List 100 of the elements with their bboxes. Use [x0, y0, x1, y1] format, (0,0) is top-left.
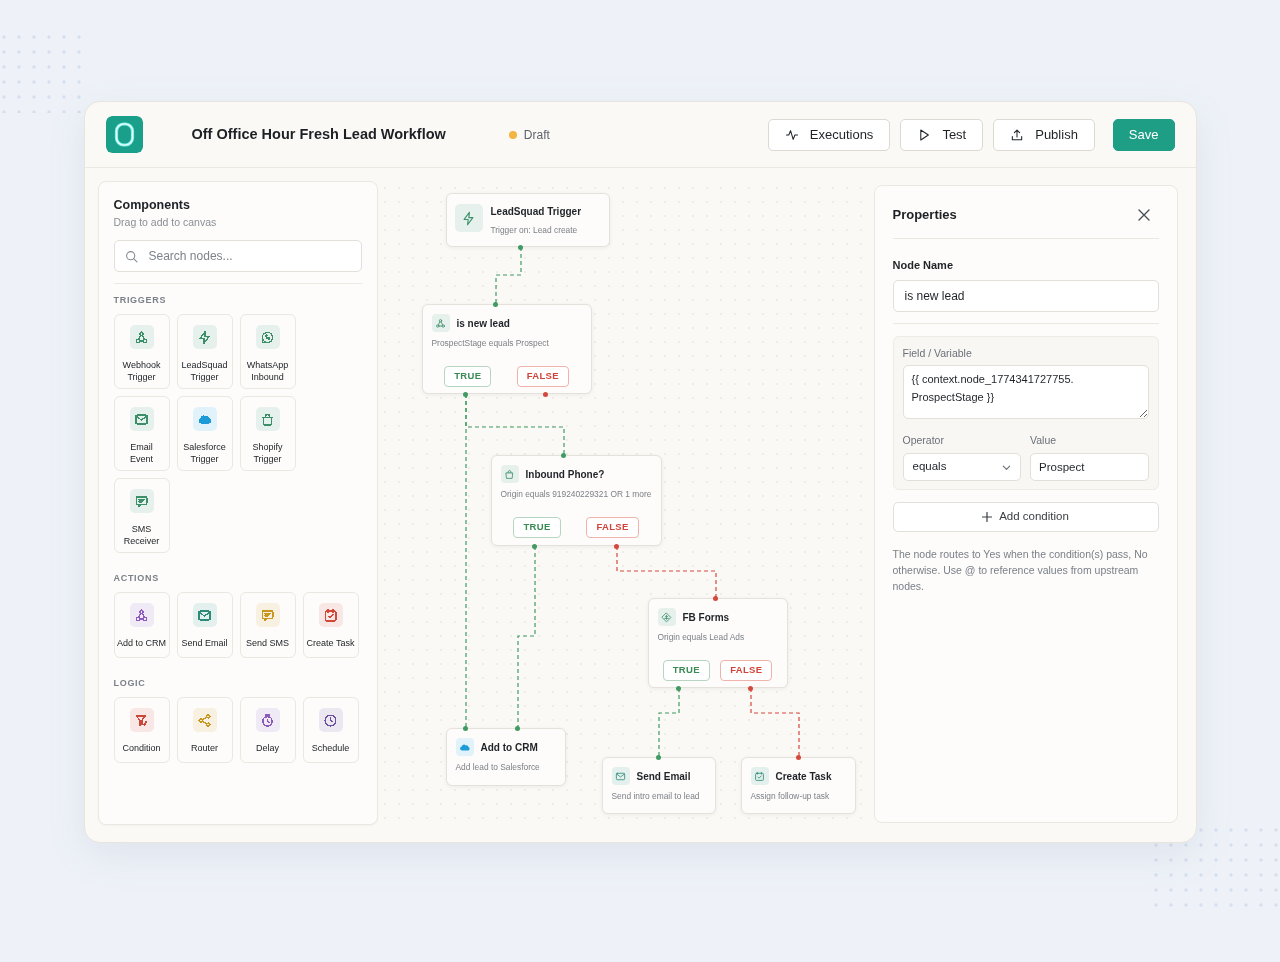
- port-dot-icon[interactable]: [543, 391, 548, 397]
- node-description: Assign follow-up task: [750, 790, 831, 802]
- true-branch-tag: TRUE: [662, 660, 710, 681]
- port-dot-icon[interactable]: [515, 725, 520, 731]
- lightning-icon: [192, 325, 217, 349]
- component-tile[interactable]: Send Email: [176, 592, 233, 658]
- node-title: FB Forms: [682, 610, 730, 624]
- network-icon: [431, 314, 450, 332]
- node-title: Create Task: [775, 769, 832, 783]
- component-tile[interactable]: Delay: [239, 697, 296, 763]
- plus-icon: [982, 512, 993, 522]
- node-title: is new lead: [456, 316, 510, 330]
- funnel-icon: [129, 708, 154, 732]
- lightning-icon: [454, 204, 483, 232]
- port-dot-icon[interactable]: [676, 685, 681, 691]
- calendar-check-icon: [750, 767, 769, 785]
- node-description: Origin equals Lead Ads: [657, 631, 746, 643]
- component-tile[interactable]: Create Task: [302, 592, 359, 658]
- cloud-icon: [455, 738, 474, 756]
- cloud-icon: [192, 407, 217, 431]
- flow-node[interactable]: Create Task Assign follow-up task: [740, 757, 856, 814]
- workflow-title: Off Office Hour Fresh Lead Workflow: [191, 124, 446, 144]
- node-description: Add lead to Salesforce: [455, 761, 541, 773]
- node-name-field[interactable]: is new lead: [892, 280, 1159, 312]
- port-dot-icon[interactable]: [713, 595, 718, 601]
- panel-title: Components: [113, 197, 191, 213]
- flow-node[interactable]: LeadSquad Trigger Trigger on: Lead create: [445, 193, 610, 247]
- component-tile[interactable]: LeadSquad Trigger: [176, 314, 233, 389]
- envelope-icon: [611, 767, 630, 785]
- port-dot-icon[interactable]: [463, 725, 468, 731]
- component-tile[interactable]: Salesforce Trigger: [176, 396, 233, 471]
- clock-icon: [318, 708, 343, 732]
- upload-icon: [1010, 127, 1025, 142]
- test-button[interactable]: Test: [900, 118, 984, 151]
- component-tile[interactable]: Router: [176, 697, 233, 763]
- add-condition-button[interactable]: Add condition: [892, 502, 1159, 532]
- flow-node[interactable]: Send Email Send intro email to lead: [601, 757, 716, 814]
- true-branch-tag: TRUE: [513, 517, 561, 538]
- search-field[interactable]: Search nodes...: [113, 240, 362, 272]
- status-label: Draft: [523, 126, 550, 144]
- port-dot-icon[interactable]: [518, 244, 523, 250]
- port-dot-icon[interactable]: [532, 543, 537, 549]
- field-label: Value: [1030, 433, 1058, 447]
- component-tile[interactable]: WhatsApp Inbound: [239, 314, 296, 389]
- port-dot-icon[interactable]: [463, 391, 468, 397]
- envelope-icon: [192, 603, 217, 627]
- true-branch-tag: TRUE: [444, 366, 492, 387]
- component-tile[interactable]: Webhook Trigger: [113, 314, 170, 389]
- false-branch-tag: FALSE: [516, 366, 569, 387]
- field-label: Operator: [902, 433, 945, 447]
- port-dot-icon[interactable]: [748, 685, 753, 691]
- flow-node[interactable]: Add to CRM Add lead to Salesforce: [445, 728, 566, 786]
- component-tile[interactable]: Shopify Trigger: [239, 396, 296, 471]
- component-tile[interactable]: Add to CRM: [113, 592, 170, 658]
- value-field[interactable]: Prospect: [1030, 453, 1149, 481]
- port-dot-icon[interactable]: [614, 543, 619, 549]
- component-tile[interactable]: SMS Receiver: [113, 478, 170, 553]
- field-label: Node Name: [892, 258, 955, 272]
- play-icon: [917, 127, 932, 142]
- port-dot-icon[interactable]: [493, 301, 498, 307]
- component-tile[interactable]: Email Event: [113, 396, 170, 471]
- network-icon: [129, 603, 154, 627]
- port-dot-icon[interactable]: [561, 452, 566, 458]
- field-label: Field / Variable: [902, 346, 973, 360]
- section-heading: LOGIC: [113, 678, 147, 689]
- node-description: Trigger on: Lead create: [490, 224, 579, 236]
- operator-select[interactable]: equals: [902, 453, 1021, 481]
- node-title: Add to CRM: [480, 740, 538, 754]
- network-icon: [129, 325, 154, 349]
- node-description: ProspectStage equals Prospect: [431, 337, 550, 349]
- publish-button[interactable]: Publish: [993, 118, 1095, 151]
- pulse-icon: [784, 127, 799, 142]
- close-icon[interactable]: [1137, 208, 1150, 221]
- port-dot-icon[interactable]: [656, 754, 661, 760]
- component-tile[interactable]: Send SMS: [239, 592, 296, 658]
- share-icon: [192, 708, 217, 732]
- stopwatch-icon: [255, 708, 280, 732]
- calendar-check-icon: [318, 603, 343, 627]
- component-tile[interactable]: Schedule: [302, 697, 359, 763]
- envelope-icon: [129, 407, 154, 431]
- node-description: Origin equals 919240229321 OR 1 more: [500, 488, 652, 500]
- executions-button[interactable]: Executions: [767, 118, 891, 151]
- false-branch-tag: FALSE: [720, 660, 773, 681]
- chevron-down-icon: [1002, 462, 1011, 472]
- bag-icon: [255, 407, 280, 431]
- flow-node[interactable]: Inbound Phone? Origin equals 919240229321 OR 1 more TRUE FALSE: [490, 455, 662, 546]
- message-icon: [255, 603, 280, 627]
- section-heading: TRIGGERS: [113, 295, 168, 306]
- search-icon: [124, 250, 138, 263]
- flow-node[interactable]: FB Forms Origin equals Lead Ads TRUE FALSE: [647, 598, 788, 688]
- false-branch-tag: FALSE: [586, 517, 639, 538]
- bag-icon: [500, 465, 519, 483]
- port-dot-icon[interactable]: [796, 754, 801, 760]
- node-description: Send intro email to lead: [611, 790, 701, 802]
- message-icon: [129, 489, 154, 513]
- variable-field[interactable]: {{ context.node_1774341727755. ProspectStage }}: [902, 365, 1149, 419]
- node-title: LeadSquad Trigger: [490, 205, 582, 218]
- component-tile[interactable]: Condition: [113, 697, 170, 763]
- panel-subtitle: Drag to add to canvas: [113, 215, 218, 229]
- flow-node[interactable]: is new lead ProspectStage equals Prospect TRUE FALSE: [421, 304, 592, 394]
